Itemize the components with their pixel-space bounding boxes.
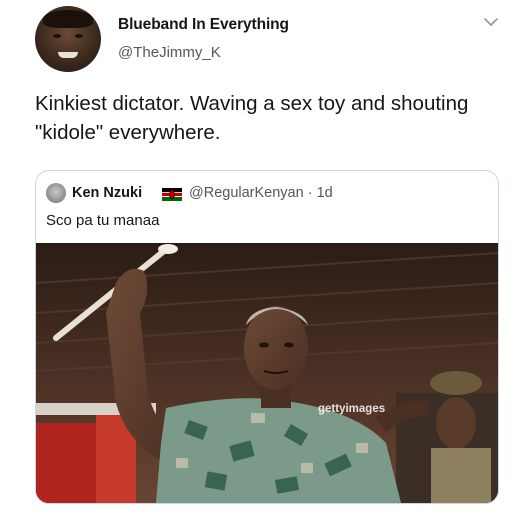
quoted-author-handle: @RegularKenyan <box>189 185 304 201</box>
photo-watermark: gettyimages <box>318 403 386 415</box>
author-avatar[interactable] <box>35 6 101 72</box>
author-display-name[interactable]: Blueband In Everything <box>118 16 289 34</box>
meta-separator: · <box>307 185 313 201</box>
kenya-flag-icon <box>162 188 182 201</box>
avatar-eye-right <box>75 34 83 38</box>
quoted-author-avatar <box>46 183 66 203</box>
photo-illustration <box>36 243 498 503</box>
quoted-tweet-card[interactable]: Ken Nzuki @RegularKenyan · 1d Sco pa tu … <box>35 170 499 504</box>
avatar-eye-left <box>53 34 61 38</box>
quoted-tweet-meta: @RegularKenyan · 1d <box>189 185 333 201</box>
quoted-author-display-name: Ken Nzuki <box>72 185 143 201</box>
quoted-tweet-text: Sco pa tu manaa <box>46 212 160 229</box>
avatar-hair <box>43 10 93 28</box>
avatar-mouth <box>58 52 78 58</box>
tweet-text: Kinkiest dictator. Waving a sex toy and … <box>35 92 469 144</box>
quoted-tweet-photo[interactable]: gettyimages <box>36 243 498 503</box>
chevron-down-icon[interactable] <box>484 17 498 27</box>
quoted-tweet-time: 1d <box>316 185 333 201</box>
author-handle[interactable]: @TheJimmy_K <box>118 44 221 61</box>
